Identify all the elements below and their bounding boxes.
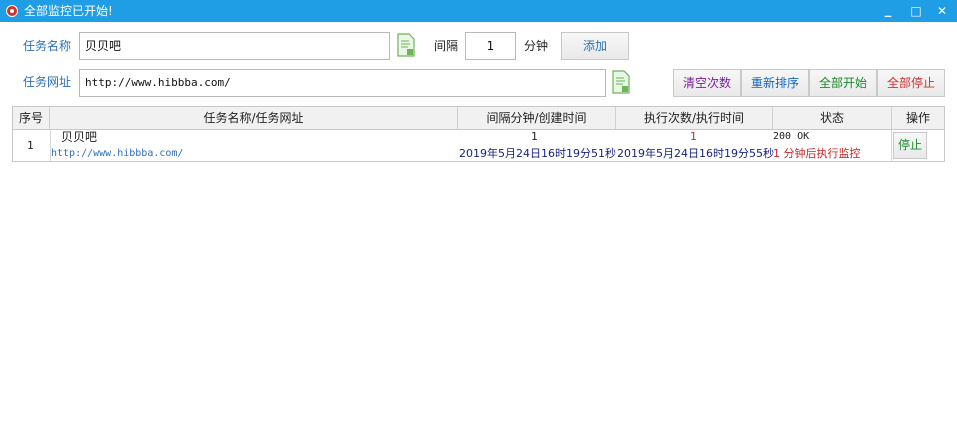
column-header-interval-created[interactable]: 间隔分钟/创建时间: [458, 107, 616, 129]
add-button[interactable]: 添加: [561, 32, 629, 60]
row-index: 1: [27, 139, 34, 152]
column-header-index[interactable]: 序号: [13, 107, 50, 129]
minutes-label: 分钟: [524, 39, 549, 53]
close-button[interactable]: ✕: [933, 2, 951, 20]
task-name-input[interactable]: 贝贝吧: [79, 32, 390, 60]
table-header: 序号 任务名称/任务网址 间隔分钟/创建时间 执行次数/执行时间 状态 操作: [13, 107, 944, 130]
table-row[interactable]: 1 贝贝吧 http://www.hibbba.com/ 1 2019年5月24…: [13, 130, 944, 161]
column-header-name-url[interactable]: 任务名称/任务网址: [50, 107, 458, 129]
task-url-label: 任务网址: [23, 75, 72, 89]
interval-label: 间隔: [434, 39, 459, 53]
row-exec-count: 1: [690, 130, 697, 143]
row-status-code: 200 OK: [773, 131, 810, 142]
row-created-time: 2019年5月24日16时19分51秒: [459, 147, 616, 160]
row-task-url[interactable]: http://www.hibbba.com/: [51, 147, 183, 161]
document-icon[interactable]: [611, 70, 631, 94]
maximize-button[interactable]: □: [907, 2, 925, 20]
row-exec-time: 2019年5月24日16时19分55秒: [617, 147, 774, 160]
resort-button[interactable]: 重新排序: [741, 69, 809, 97]
task-url-input[interactable]: http://www.hibbba.com/: [79, 69, 606, 97]
app-icon: [6, 5, 18, 17]
stop-all-button[interactable]: 全部停止: [877, 69, 945, 97]
interval-input[interactable]: 1: [465, 32, 516, 60]
start-all-button[interactable]: 全部开始: [809, 69, 877, 97]
row-stop-button[interactable]: 停止: [893, 132, 927, 159]
minimize-button[interactable]: _: [879, 2, 897, 20]
row-interval: 1: [531, 130, 538, 143]
task-name-label: 任务名称: [23, 39, 72, 53]
window-title: 全部监控已开始!: [24, 4, 113, 18]
column-header-count-executed[interactable]: 执行次数/执行时间: [616, 107, 773, 129]
column-header-action[interactable]: 操作: [892, 107, 944, 129]
document-icon[interactable]: [396, 33, 416, 57]
clear-count-button[interactable]: 清空次数: [673, 69, 741, 97]
column-header-status[interactable]: 状态: [773, 107, 892, 129]
task-table: 序号 任务名称/任务网址 间隔分钟/创建时间 执行次数/执行时间 状态 操作 1…: [12, 106, 945, 162]
row-task-name: 贝贝吧: [61, 130, 98, 144]
title-bar: 全部监控已开始! _ □ ✕: [0, 0, 957, 22]
row-status-message: 1 分钟后执行监控: [773, 147, 861, 160]
